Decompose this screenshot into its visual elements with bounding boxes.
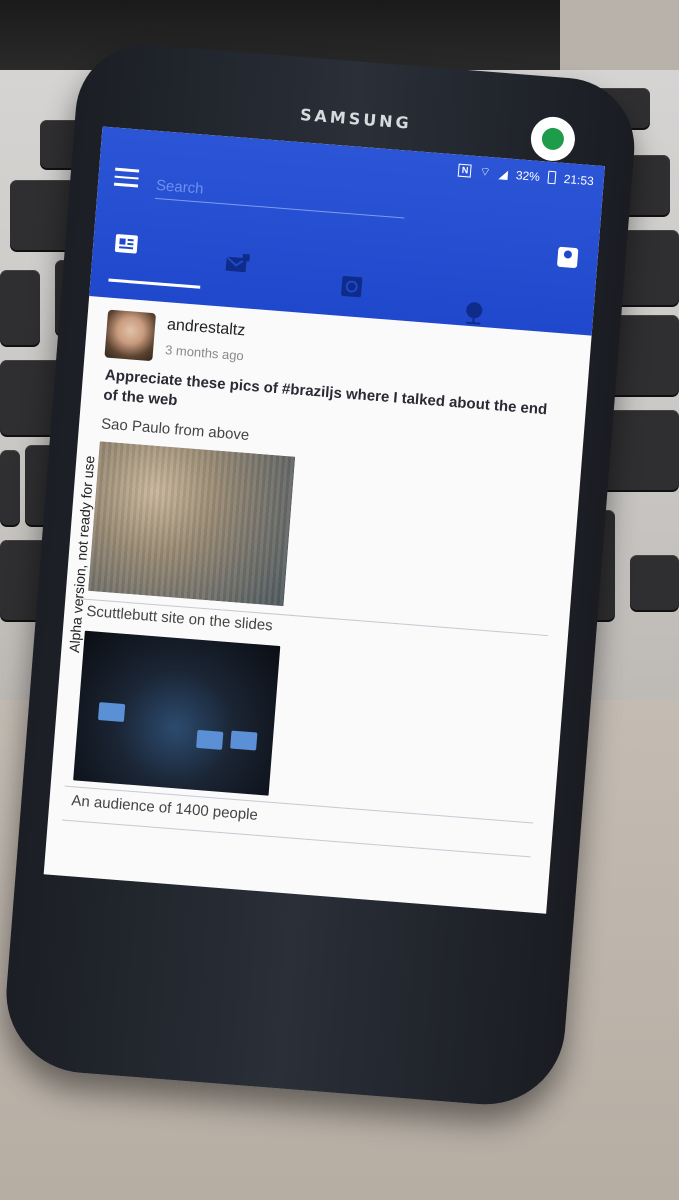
nfc-icon: N [458, 163, 473, 178]
menu-icon[interactable] [113, 167, 140, 188]
battery-percent: 32% [515, 167, 541, 184]
battery-icon [547, 170, 557, 185]
private-mail-icon[interactable] [223, 251, 251, 277]
keyboard-key [0, 450, 20, 525]
tab-bar [90, 226, 597, 325]
newspaper-icon[interactable] [113, 230, 141, 256]
globe-icon[interactable] [460, 299, 488, 325]
phone-screen: N ⌔ ◢ 32% 21:53 Search andrestaltz 3 mon… [43, 126, 605, 914]
avatar[interactable] [104, 309, 157, 362]
photo-caption: An audience of 1400 people [70, 792, 259, 824]
profile-icon[interactable] [556, 246, 579, 269]
divider [61, 819, 531, 858]
post-author[interactable]: andrestaltz [166, 316, 245, 340]
wifi-icon: ⌔ [479, 164, 492, 180]
clock: 21:53 [563, 171, 595, 188]
keyboard-key [630, 555, 679, 610]
stage-screen [196, 729, 224, 750]
signal-icon: ◢ [498, 166, 509, 181]
photo-caption: Scuttlebutt site on the slides [85, 602, 274, 635]
post-timestamp: 3 months ago [164, 342, 245, 364]
stage-screen [97, 702, 126, 723]
notifications-icon[interactable] [338, 274, 366, 300]
keyboard-key [0, 270, 40, 345]
stage-screen [230, 730, 258, 751]
conference-photo[interactable] [73, 630, 281, 796]
photo-caption: Sao Paulo from above [100, 415, 250, 444]
sao-paulo-photo[interactable] [88, 441, 296, 607]
phone: SAMSUNG N ⌔ ◢ 32% 21:53 Search andrestal… [0, 39, 640, 1111]
search-input[interactable]: Search [155, 172, 407, 219]
status-bar: N ⌔ ◢ 32% 21:53 [458, 163, 594, 189]
